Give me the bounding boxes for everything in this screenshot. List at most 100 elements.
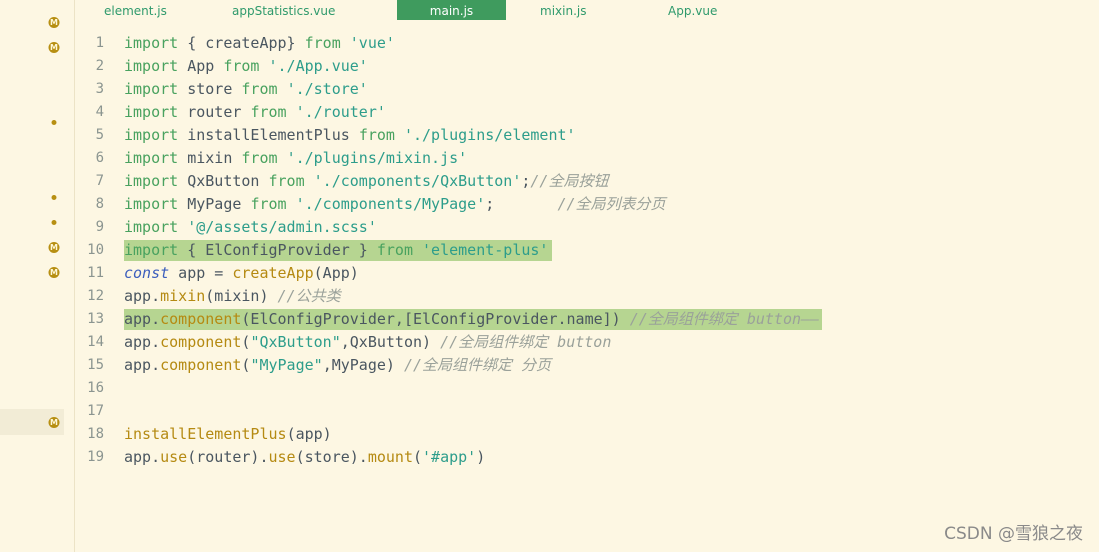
keyword-token: from (376, 241, 413, 259)
comment-token: //全局组件绑定 分页 (403, 356, 552, 374)
line-number: 5 (95, 127, 104, 143)
code-text: import { ElConfigProvider } from 'elemen… (124, 239, 552, 262)
keyword-token: import (124, 149, 179, 167)
keyword-token: from (268, 172, 305, 190)
string-token: '@/assets/admin.scss' (187, 218, 377, 236)
tab-main-js[interactable]: main.js (397, 0, 506, 20)
tab-appstatistics-vue[interactable]: appStatistics.vue (232, 0, 335, 20)
line-number: 17 (87, 403, 104, 419)
code-token: ; (485, 195, 558, 213)
git-modified-icon: M (48, 267, 60, 278)
code-token: app. (124, 333, 161, 351)
keyword-token: import (124, 218, 179, 236)
string-token: "MyPage" (250, 356, 323, 374)
function-token: installElementPlus (124, 425, 287, 443)
code-token: { createApp} (178, 34, 305, 52)
function-token: component (160, 310, 242, 328)
keyword-token: import (124, 103, 179, 121)
code-text: import { createApp} from 'vue' (124, 32, 395, 55)
string-token: './plugins/element' (403, 126, 576, 144)
line-number: 1 (95, 35, 104, 51)
keyword-token: import (124, 126, 179, 144)
code-text: import router from './router' (124, 101, 386, 124)
tab-app-vue[interactable]: App.vue (668, 0, 717, 20)
code-text: app.mixin(mixin) //公共类 (124, 285, 341, 308)
git-change-dot-icon (51, 220, 57, 225)
git-change-dot-icon (51, 195, 57, 200)
string-token: './store' (286, 80, 368, 98)
keyword-token: import (124, 172, 179, 190)
line-number: 7 (95, 173, 104, 189)
keyword-token: import (124, 80, 179, 98)
function-token: mount (367, 448, 413, 466)
function-token: component (160, 356, 242, 374)
comment-token: //全局组件绑定 button (440, 333, 612, 351)
line-number: 11 (87, 265, 104, 281)
line-number: 15 (87, 357, 104, 373)
code-token: (App) (313, 264, 359, 282)
code-text: const app = createApp(App) (124, 262, 359, 285)
code-text: app.use(router).use(store).mount('#app') (124, 446, 485, 469)
comment-token: //全局按钮 (530, 172, 609, 190)
code-token: QxButton (178, 172, 269, 190)
line-number: 13 (87, 311, 104, 327)
keyword-token: from (358, 126, 395, 144)
code-token: ) (476, 448, 486, 466)
line-number: 18 (87, 426, 104, 442)
code-token: { ElConfigProvider } (178, 241, 377, 259)
git-modified-icon: M (48, 242, 60, 253)
keyword-token: from (241, 80, 278, 98)
code-text: import installElementPlus from './plugin… (124, 124, 576, 147)
function-token: use (268, 448, 296, 466)
comment-token: //全局组件绑定 button—— (629, 310, 820, 328)
code-text: import '@/assets/admin.scss' (124, 216, 377, 239)
git-change-dot-icon (51, 120, 57, 125)
code-text: app.component("QxButton",QxButton) //全局组… (124, 331, 611, 354)
watermark: CSDN @雪狼之夜 (944, 524, 1083, 544)
code-token: (mixin) (205, 287, 278, 305)
keyword-token: from (223, 57, 260, 75)
keyword-token: const (124, 264, 170, 282)
code-token: (store). (295, 448, 368, 466)
line-number: 12 (87, 288, 104, 304)
code-token: (ElConfigProvider,[ElConfigProvider.name… (241, 310, 630, 328)
code-token: mixin (178, 149, 242, 167)
git-modified-icon: M (48, 417, 60, 428)
code-token: app. (124, 287, 161, 305)
comment-token: //全局列表分页 (557, 195, 666, 213)
code-token: app = (169, 264, 233, 282)
keyword-token: import (124, 195, 179, 213)
comment-token: //公共类 (277, 287, 341, 305)
line-number: 19 (87, 449, 104, 465)
keyword-token: from (241, 149, 278, 167)
string-token: "QxButton" (250, 333, 341, 351)
code-token: (app) (286, 425, 332, 443)
line-number: 4 (95, 104, 104, 120)
keyword-token: from (250, 103, 287, 121)
code-token: app. (124, 310, 161, 328)
string-token: '#app' (422, 448, 477, 466)
code-text: app.component(ElConfigProvider,[ElConfig… (124, 308, 822, 331)
keyword-token: import (124, 241, 179, 259)
code-token: MyPage (178, 195, 251, 213)
line-number: 14 (87, 334, 104, 350)
tab-mixin-js[interactable]: mixin.js (540, 0, 586, 20)
code-text: import App from './App.vue' (124, 55, 368, 78)
line-number: 10 (87, 242, 104, 258)
code-token: ( (413, 448, 423, 466)
string-token: './components/MyPage' (295, 195, 486, 213)
keyword-token: import (124, 57, 179, 75)
code-token: App (178, 57, 224, 75)
git-modified-icon: M (48, 17, 60, 28)
line-number: 6 (95, 150, 104, 166)
code-text: import QxButton from './components/QxBut… (124, 170, 608, 193)
tab-element-js[interactable]: element.js (104, 0, 167, 20)
